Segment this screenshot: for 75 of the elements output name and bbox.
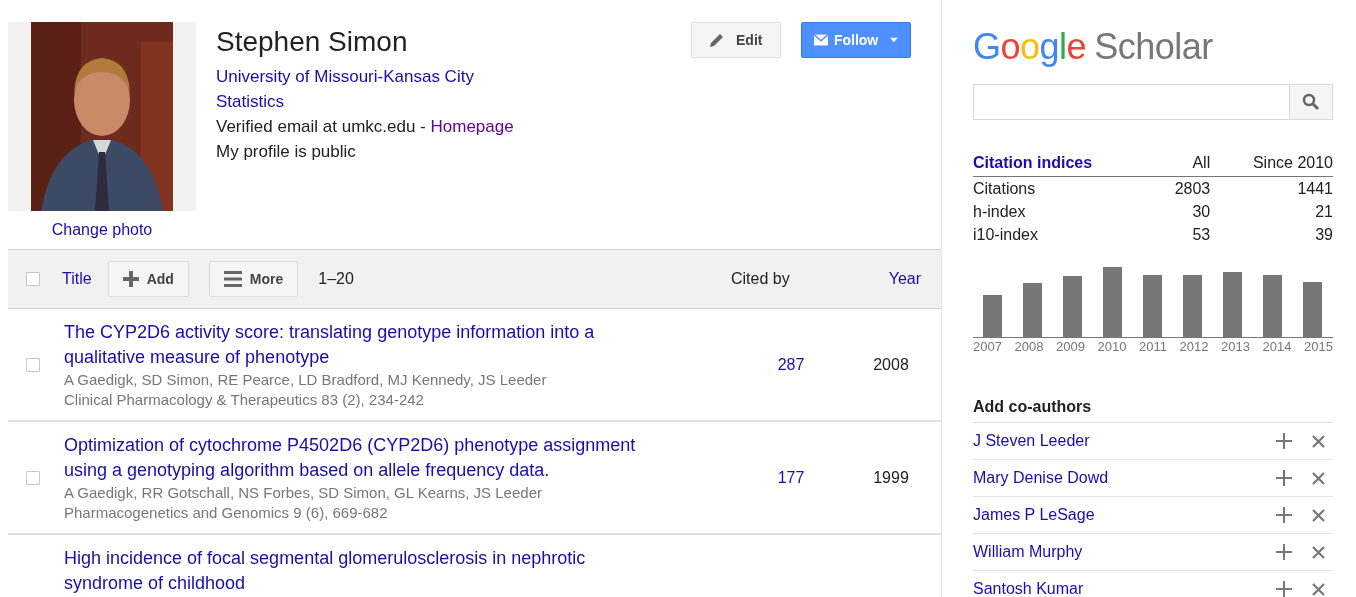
indices-cell-text: 30: [1191, 202, 1211, 222]
coauthor-link[interactable]: Mary Denise Dowd: [973, 469, 1276, 487]
article-venue: Clinical Pharmacology & Therapeutics 83 (2), 234-242: [64, 390, 425, 410]
close-icon[interactable]: [1312, 434, 1325, 448]
chart-year-label: 2010: [1097, 339, 1127, 354]
search-button[interactable]: [1289, 84, 1333, 120]
article-authors: A Gaedigk, RR Gotschall, NS Forbes, SD Simon, GL Kearns, JS Leeder: [64, 483, 543, 503]
edit-button[interactable]: Edit: [691, 22, 781, 58]
change-photo-link[interactable]: Change photo: [51, 221, 153, 239]
close-icon[interactable]: [1312, 508, 1325, 522]
indices-cell-text: i10-index: [973, 225, 1039, 245]
row-checkbox[interactable]: [26, 358, 40, 372]
cited-by-count[interactable]: 177: [751, 469, 831, 487]
chart-year-label: 2007: [973, 339, 1002, 354]
article-authors: A Gaedigk, SD Simon, RE Pearce, LD Bradford, MJ Kennedy, JS Leeder: [64, 370, 548, 390]
add-button[interactable]: Add: [107, 261, 189, 297]
close-icon[interactable]: [1312, 582, 1325, 596]
google-logo: Google: [973, 26, 1087, 68]
close-icon[interactable]: [1312, 471, 1325, 485]
year-sort-link[interactable]: Year: [851, 270, 941, 288]
indices-cell-text: 53: [1191, 225, 1211, 245]
chart-year-label: 2011: [1139, 339, 1167, 354]
row-checkbox[interactable]: [26, 471, 40, 485]
chart-year-label: 2015: [1304, 339, 1333, 354]
article-title-link[interactable]: The CYP2D6 activity score: translating genotype information into a qualitative measure of phenotype: [64, 320, 659, 370]
menu-icon: [223, 271, 242, 287]
plus-icon: [122, 271, 139, 287]
coauthor-link[interactable]: William Murphy: [973, 543, 1276, 561]
add-icon[interactable]: [1276, 470, 1292, 486]
coauthor-link[interactable]: Santosh Kumar: [973, 580, 1276, 597]
affiliation-link[interactable]: University of Missouri-Kansas City: [216, 64, 691, 89]
search-icon: [1302, 93, 1320, 111]
indices-cell: Citations: [973, 176, 1156, 200]
more-button[interactable]: More: [208, 261, 299, 297]
article-venue: Pharmacogenetics and Genomics 9 (6), 669-682: [64, 503, 389, 523]
field-link[interactable]: Statistics: [216, 89, 691, 114]
chart-year-label: 2013: [1221, 339, 1250, 354]
indices-cell: 2803: [1155, 176, 1211, 200]
coauthors-title: Add co-authors: [973, 398, 1333, 423]
search-field[interactable]: [973, 84, 1289, 120]
article-title-link[interactable]: High incidence of focal segmental glomerulosclerosis in nephrotic syndrome of childhood: [64, 546, 659, 596]
profile-visibility: My profile is public: [216, 141, 357, 163]
indices-header: All: [1155, 150, 1211, 177]
cited-by-header: Cited by: [731, 270, 791, 288]
results-range: 1–20: [318, 270, 355, 288]
chart-year-label: 2012: [1179, 339, 1209, 354]
indices-cell: 39: [1210, 223, 1333, 246]
envelope-icon: [814, 33, 828, 47]
add-icon[interactable]: [1276, 544, 1292, 560]
article-year: 1999: [872, 469, 910, 487]
add-icon[interactable]: [1276, 507, 1292, 523]
pencil-icon: [708, 31, 726, 49]
article-year: 2008: [872, 356, 910, 374]
chart-year-label: 2009: [1056, 339, 1085, 354]
caret-icon: [890, 37, 898, 43]
coauthor-link[interactable]: J Steven Leeder: [973, 432, 1276, 450]
add-icon[interactable]: [1276, 433, 1292, 449]
cited-by-count[interactable]: 287: [751, 356, 831, 374]
add-icon[interactable]: [1276, 581, 1292, 597]
chart-year-label: 2014: [1262, 339, 1292, 354]
email-text: Verified email at umkc.edu -: [216, 117, 427, 136]
homepage-link[interactable]: Homepage: [430, 117, 514, 136]
scholar-logo: Scholar: [1094, 26, 1213, 68]
indices-cell-text: h-index: [973, 202, 1027, 222]
indices-header: Since 2010: [1210, 150, 1333, 177]
indices-header: Citation indices: [973, 150, 1156, 177]
indices-cell: 21: [1210, 200, 1333, 223]
close-icon[interactable]: [1312, 545, 1325, 559]
title-sort-link[interactable]: Title: [62, 270, 92, 288]
select-all-checkbox[interactable]: [26, 272, 40, 286]
indices-cell: 1441: [1210, 176, 1333, 200]
chart-year-label: 2008: [1014, 339, 1044, 354]
profile-name: Stephen Simon: [216, 25, 409, 59]
coauthor-link[interactable]: James P LeSage: [973, 506, 1276, 524]
article-title-link[interactable]: Optimization of cytochrome P4502D6 (CYP2D6) phenotype assignment using a genotyping algorithm based on allele frequency data.: [64, 433, 659, 483]
